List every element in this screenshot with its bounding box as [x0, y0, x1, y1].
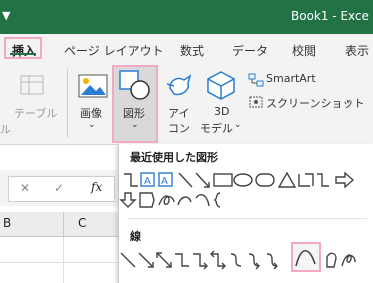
elbow-line-icon[interactable]	[175, 253, 189, 267]
active-tab-underline	[10, 53, 36, 55]
smartart-label[interactable]: SmartArt	[266, 72, 316, 85]
picture-icon[interactable]	[78, 74, 108, 102]
shapes-dropdown-icon: ⌄	[131, 120, 139, 130]
window-title: Book1 - Exce	[291, 9, 369, 23]
image-dropdown-icon[interactable]: ⌄	[88, 120, 96, 130]
table-label[interactable]: テーブル	[14, 105, 57, 121]
triangle-icon[interactable]	[277, 171, 297, 188]
shapes-icon	[118, 69, 152, 105]
recent-shapes-header: 最近使用した図形	[130, 151, 218, 164]
curved-double-arrow-connector-icon[interactable]	[266, 253, 278, 270]
row-gridline	[0, 262, 118, 263]
more-lines-icons	[326, 252, 356, 268]
right-arrow-icon[interactable]	[335, 171, 355, 189]
smartart-icon[interactable]	[248, 72, 264, 91]
line-icon[interactable]	[178, 172, 193, 188]
3d-model-dropdown-icon[interactable]: ⌄	[234, 120, 242, 130]
elbow-connector-icon[interactable]	[124, 173, 138, 187]
bracket-line-icon[interactable]	[317, 173, 329, 187]
tab-review[interactable]: 校閲	[292, 42, 316, 59]
flowchart-document-icon[interactable]	[139, 192, 155, 208]
curved-arrow-icon[interactable]	[177, 196, 192, 206]
recent-shapes-row-2	[119, 192, 221, 208]
right-angle-line-icon[interactable]	[298, 173, 314, 187]
ribbon: テーブル ル 画像 ⌄ 図形 ⌄ アイ コン 3D モデル ⌄ SmartArt…	[0, 64, 373, 145]
3d-model-cube-icon[interactable]	[206, 70, 236, 104]
icons-label-1[interactable]: アイ	[168, 105, 189, 121]
tab-insert[interactable]: 挿入	[4, 37, 42, 59]
group-separator	[67, 68, 68, 138]
tab-formulas[interactable]: 数式	[180, 42, 204, 59]
shapes-dropdown-panel: 最近使用した図形 A A 線	[118, 144, 373, 283]
svg-text:A: A	[161, 176, 168, 187]
column-gridline	[63, 236, 64, 283]
column-separator	[63, 212, 64, 236]
elbow-double-arrow-connector-icon[interactable]	[210, 250, 226, 270]
double-arrow-line-icon[interactable]	[156, 252, 172, 268]
enter-icon[interactable]: ✓	[54, 181, 64, 195]
freeform-scribble-line-icon[interactable]	[341, 254, 356, 267]
oval-icon[interactable]	[233, 173, 253, 187]
screenshot-dropdown-icon[interactable]: ⌄	[345, 95, 353, 105]
insert-function-icon[interactable]: fx	[91, 180, 102, 194]
3d-model-label-2[interactable]: モデル	[200, 120, 233, 136]
straight-line-icon[interactable]	[120, 252, 136, 268]
recent-shapes-row-1: A A	[124, 171, 355, 189]
image-label[interactable]: 画像	[80, 105, 102, 121]
rounded-rectangle-icon[interactable]	[255, 173, 275, 187]
cancel-icon[interactable]: ✕	[20, 181, 30, 195]
screenshot-icon[interactable]	[248, 94, 264, 113]
rectangle-icon[interactable]	[213, 173, 233, 187]
icons-label-2[interactable]: コン	[168, 120, 190, 136]
title-bar: ▼ Book1 - Exce	[0, 0, 373, 34]
column-header-c[interactable]: C	[78, 216, 86, 230]
3d-model-label-1[interactable]: 3D	[214, 105, 229, 118]
section-divider	[127, 218, 367, 219]
shapes-label: 図形	[123, 107, 145, 120]
elbow-arrow-connector-icon[interactable]	[193, 253, 208, 270]
arrow-line-icon[interactable]	[138, 252, 154, 268]
tab-data[interactable]: データ	[232, 42, 268, 59]
quick-access-dropdown-icon[interactable]: ▼	[2, 9, 10, 22]
curved-arrow-connector-icon[interactable]	[248, 253, 260, 270]
freeform-shape-icon[interactable]	[326, 252, 337, 268]
freeform-scribble-icon[interactable]	[158, 195, 175, 206]
svg-text:A: A	[144, 176, 151, 187]
tab-view[interactable]: 表示	[345, 42, 369, 59]
brace-icon[interactable]	[213, 192, 221, 208]
tab-page-layout[interactable]: ページ レイアウト	[64, 42, 164, 59]
icons-bird-icon[interactable]	[164, 70, 194, 104]
formula-bar: ✕ ✓ fx	[8, 176, 115, 202]
column-header-b[interactable]: B	[3, 216, 11, 230]
curve-icon	[295, 249, 316, 267]
curved-connector-icon[interactable]	[230, 253, 242, 267]
tab-insert-label: 挿入	[12, 44, 37, 58]
text-box-icon[interactable]: A	[140, 172, 155, 187]
table-icon	[20, 74, 44, 96]
arc-icon[interactable]	[195, 194, 210, 207]
column-headers: B C	[0, 212, 118, 237]
partial-group-label: ル	[0, 123, 11, 136]
vertical-text-box-icon[interactable]: A	[158, 172, 173, 187]
down-arrow-icon[interactable]	[119, 192, 137, 208]
ribbon-tabs: 挿入 ページ レイアウト 数式 データ 校閲 表示	[0, 34, 373, 64]
lines-header: 線	[130, 230, 141, 243]
line-arrow-icon[interactable]	[195, 172, 210, 188]
